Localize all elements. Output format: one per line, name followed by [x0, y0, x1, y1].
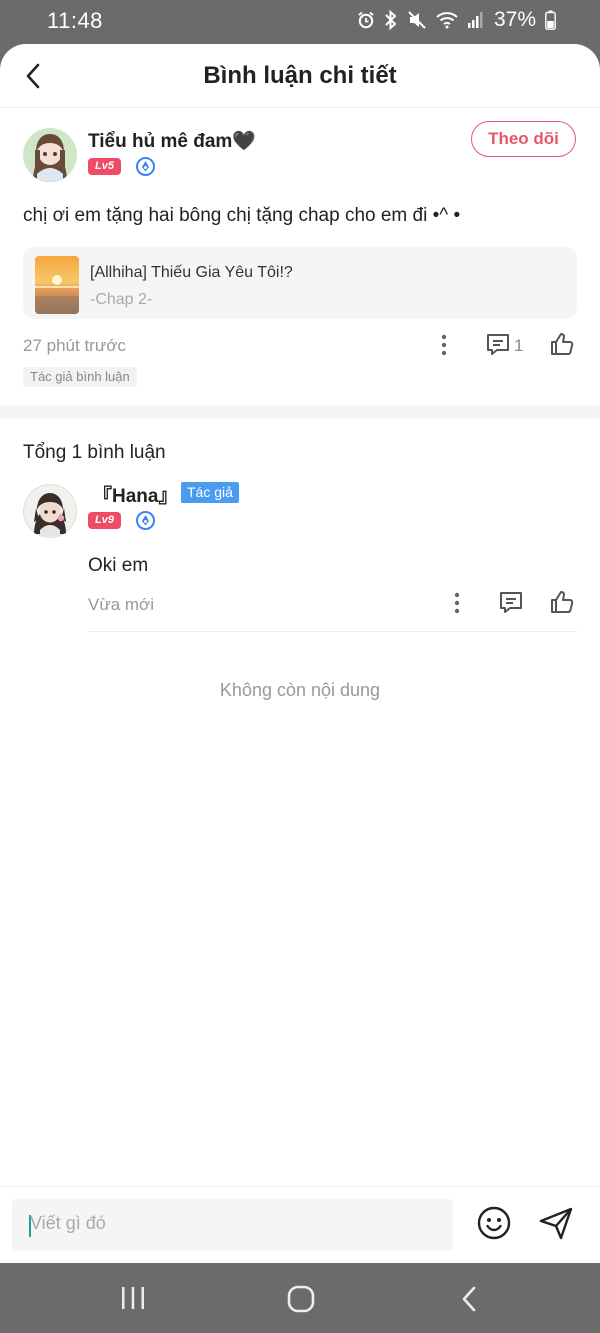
manga-card[interactable]: [Allhiha] Thiếu Gia Yêu Tôi!? -Chap 2- — [23, 247, 577, 319]
status-bar: 11:48 37% — [0, 0, 600, 44]
level-badge: Lv5 — [88, 158, 121, 175]
follow-button[interactable]: Theo dõi — [471, 121, 576, 157]
comment-like-button[interactable] — [548, 588, 576, 616]
manga-chapter: -Chap 2- — [90, 291, 153, 308]
wifi-icon — [436, 11, 458, 29]
verified-badge-icon — [136, 511, 155, 530]
back-icon — [462, 1286, 476, 1312]
send-icon — [539, 1207, 573, 1240]
reply-button[interactable] — [484, 331, 512, 359]
comment-divider — [88, 631, 577, 632]
comment-time: Vừa mới — [88, 595, 154, 614]
system-nav-bar — [0, 1263, 600, 1333]
section-divider — [0, 405, 600, 419]
thumbs-up-icon — [551, 591, 574, 613]
total-comments: Tổng 1 bình luận — [23, 442, 166, 463]
status-icons: 37% — [357, 8, 556, 32]
comment-avatar[interactable] — [23, 484, 77, 538]
input-placeholder: Viết gì đó — [30, 1213, 106, 1233]
comment-icon — [500, 592, 522, 613]
signal-icon — [467, 11, 483, 29]
reply-count: 1 — [514, 336, 524, 355]
bluetooth-icon — [384, 10, 398, 30]
send-button[interactable] — [538, 1205, 574, 1246]
author-badge: Tác giả — [181, 482, 239, 503]
comment-icon — [487, 334, 509, 355]
thumbs-up-icon — [551, 333, 574, 355]
avatar[interactable] — [23, 128, 77, 182]
comment-input-bar: Viết gì đó — [0, 1186, 600, 1263]
post-time: 27 phút trước — [23, 336, 126, 355]
home-icon — [287, 1285, 315, 1313]
comment-more-button[interactable] — [446, 590, 468, 616]
emoji-icon — [477, 1206, 511, 1240]
header: Bình luận chi tiết — [0, 44, 600, 108]
mute-icon — [407, 10, 427, 30]
post-text: chị ơi em tặng hai bông chị tặng chap ch… — [23, 205, 461, 226]
like-button[interactable] — [548, 330, 576, 358]
more-options-button[interactable] — [433, 332, 455, 358]
emoji-button[interactable] — [476, 1205, 512, 1246]
post-username[interactable]: Tiểu hủ mê đam🖤 — [88, 129, 256, 153]
comment-reply-button[interactable] — [497, 589, 525, 617]
verified-badge-icon — [136, 157, 155, 176]
status-time: 11:48 — [47, 8, 103, 33]
manga-title: [Allhiha] Thiếu Gia Yêu Tôi!? — [90, 264, 293, 281]
manga-cover-image — [35, 256, 79, 314]
app-screen: Bình luận chi tiết Tiểu hủ mê đam🖤 Lv5 T… — [0, 44, 600, 1263]
page-title: Bình luận chi tiết — [203, 62, 397, 89]
more-vertical-icon — [441, 334, 447, 356]
comment-username[interactable]: 『Hana』 — [93, 481, 177, 508]
comment-text: Oki em — [88, 555, 149, 576]
recent-apps-button[interactable] — [120, 1285, 146, 1311]
end-of-content: Không còn nội dung — [219, 680, 381, 700]
recent-apps-icon — [122, 1287, 144, 1309]
home-button[interactable] — [287, 1285, 315, 1313]
author-tag: Tác giả bình luận — [23, 367, 137, 387]
alarm-icon — [357, 11, 375, 29]
battery-icon — [545, 10, 556, 30]
comment-level-badge: Lv9 — [88, 512, 121, 529]
comment-input[interactable]: Viết gì đó — [12, 1199, 453, 1251]
battery-percent: 37% — [493, 8, 536, 31]
nav-back-button[interactable] — [458, 1285, 480, 1313]
more-vertical-icon — [454, 592, 460, 614]
